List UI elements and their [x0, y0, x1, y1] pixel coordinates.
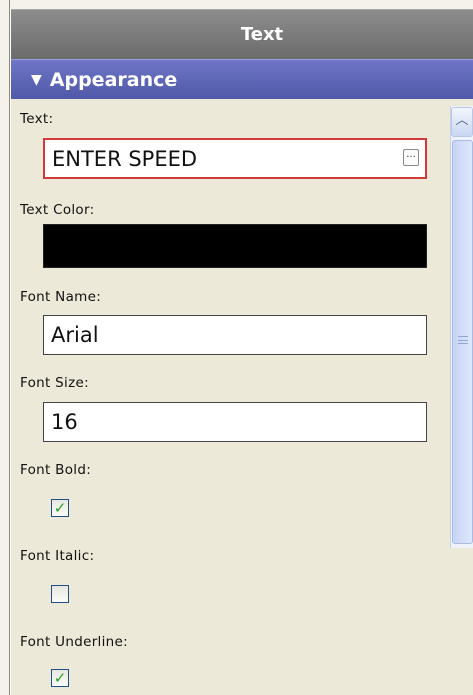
font-size-input[interactable]: 16 [43, 402, 427, 442]
font-underline-checkbox[interactable]: ✓ [51, 669, 69, 687]
font-italic-label: Font Italic: [20, 548, 95, 564]
checkmark-icon: ✓ [53, 669, 67, 687]
scrollbar-grip-icon [458, 336, 468, 344]
panel-header: Text [11, 9, 473, 59]
font-bold-label: Font Bold: [20, 462, 92, 478]
panel-title: Text [240, 24, 284, 45]
section-header-appearance[interactable]: ▼ Appearance [11, 59, 473, 99]
font-name-label: Font Name: [20, 289, 102, 305]
font-underline-label: Font Underline: [20, 634, 128, 650]
window-top-strip [10, 0, 473, 9]
text-input-value: ENTER SPEED [52, 146, 198, 171]
browse-button[interactable]: ... [403, 149, 419, 166]
font-name-value: Arial [51, 323, 99, 347]
property-list [11, 99, 473, 695]
font-italic-checkbox[interactable] [51, 585, 69, 603]
checkmark-icon: ✓ [53, 499, 67, 517]
chevron-up-icon: ︿ [455, 113, 469, 128]
font-bold-checkbox[interactable]: ✓ [51, 499, 69, 517]
window-left-border [0, 0, 10, 695]
text-color-label: Text Color: [20, 202, 95, 218]
scroll-up-button[interactable]: ︿ [451, 107, 473, 137]
text-label: Text: [20, 111, 54, 127]
text-input[interactable]: ENTER SPEED ... [43, 138, 427, 179]
section-title: Appearance [49, 68, 178, 91]
font-size-value: 16 [51, 410, 78, 434]
font-size-label: Font Size: [20, 375, 89, 391]
font-name-input[interactable]: Arial [43, 315, 427, 355]
text-color-swatch[interactable] [43, 224, 427, 268]
triangle-down-icon[interactable]: ▼ [31, 72, 42, 88]
